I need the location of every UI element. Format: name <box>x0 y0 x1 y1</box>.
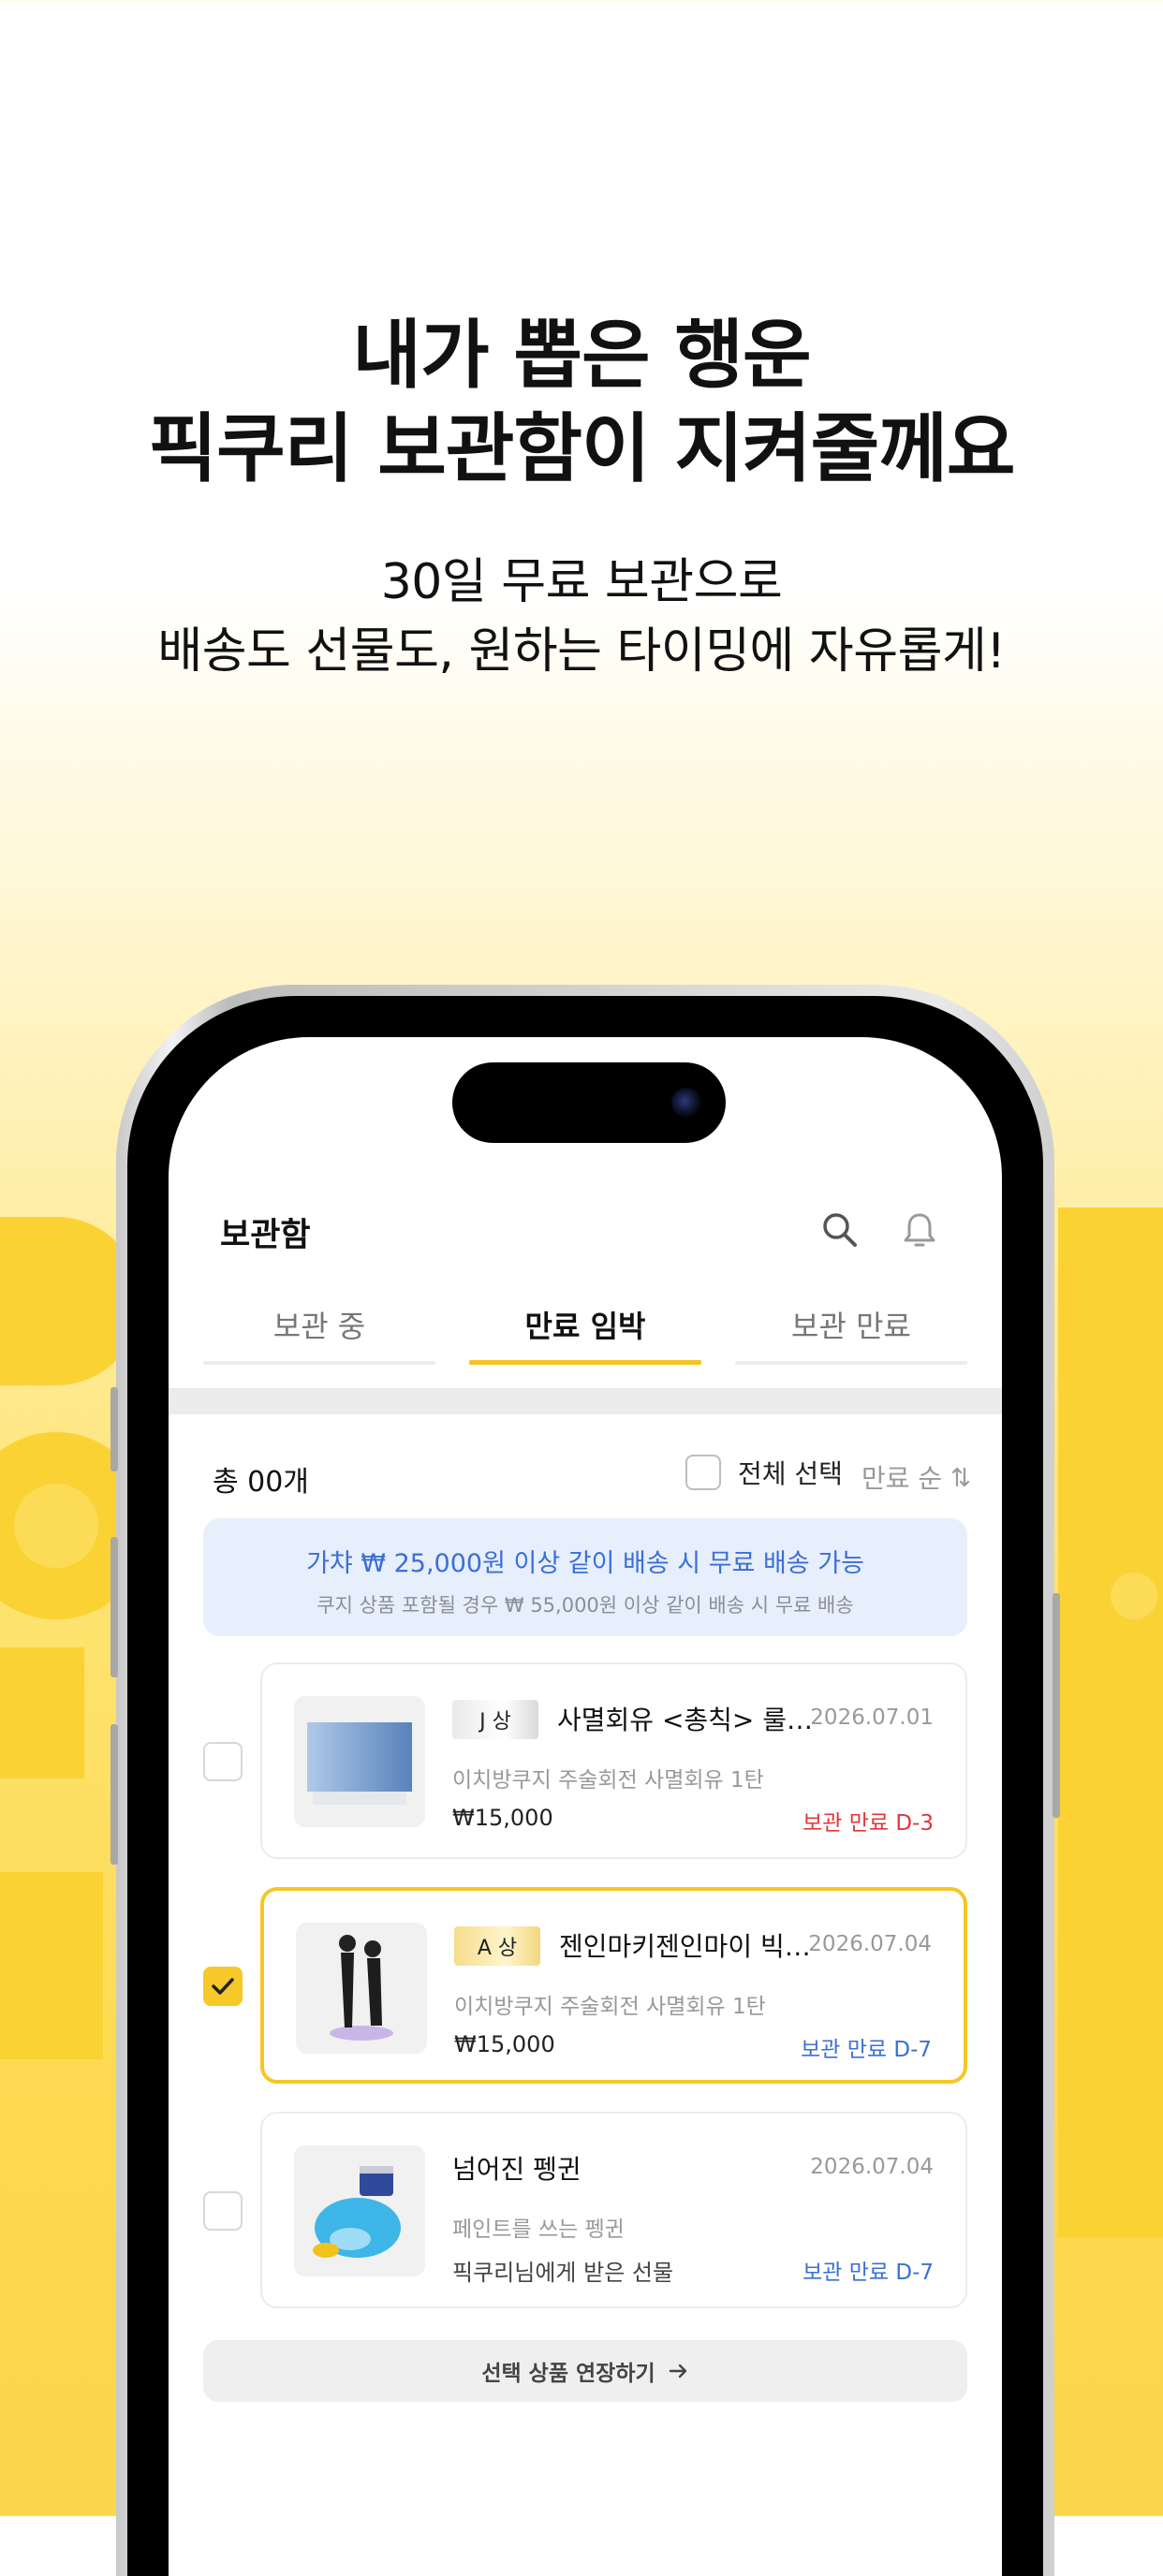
phone-side-button <box>110 1387 118 1471</box>
phone-side-button <box>110 1724 118 1865</box>
select-all-label: 전체 선택 <box>738 1458 843 1489</box>
tab-expiring[interactable]: 만료 임박 <box>469 1299 701 1365</box>
product-thumbnail <box>294 1696 425 1827</box>
list-item: J 상 사멸회유 <총칙> 룰 아... 2026.07.01 이치방쿠지 주술… <box>169 1662 1002 1859</box>
subheadline-line: 배송도 선물도, 원하는 타이밍에 자유롭게! <box>157 623 1006 680</box>
sort-label: 만료 순 <box>861 1463 943 1494</box>
section-divider <box>169 1388 1002 1414</box>
item-card[interactable]: J 상 사멸회유 <총칙> 룰 아... 2026.07.01 이치방쿠지 주술… <box>260 1662 967 1859</box>
sort-button[interactable]: 만료 순 <box>861 1458 970 1496</box>
expiry-status: 보관 만료 D-7 <box>801 2038 932 2062</box>
product-name: 넘어진 펭귄 <box>452 2154 582 2185</box>
phone-side-button <box>1053 1593 1060 1818</box>
item-checkbox[interactable] <box>203 1967 243 2006</box>
product-description: 이치방쿠지 주술회전 사멸회유 1탄 <box>454 1995 766 2019</box>
extend-selected-button[interactable]: 선택 상품 연장하기 <box>203 2340 967 2402</box>
product-name: 젠인마키젠인마이 빅 아... <box>559 1931 817 1962</box>
product-date: 2026.07.04 <box>808 1932 932 1956</box>
product-thumbnail <box>294 2145 425 2276</box>
phone-side-button <box>110 1537 118 1677</box>
product-description: 페인트를 쓰는 펭귄 <box>452 2217 625 2242</box>
select-all-checkbox[interactable] <box>685 1455 721 1490</box>
item-count: 총 00개 <box>213 1466 309 1499</box>
extend-button-label: 선택 상품 연장하기 <box>481 2362 655 2386</box>
sort-icon <box>952 1467 970 1487</box>
product-price: ₩15,000 <box>454 2031 555 2057</box>
select-all[interactable]: 전체 선택 <box>685 1454 843 1491</box>
tab-expired[interactable]: 보관 만료 <box>735 1299 967 1365</box>
product-price: ₩15,000 <box>452 1805 553 1831</box>
app-bar: 보관함 <box>169 1201 1002 1276</box>
list-item: 넘어진 펭귄 2026.07.04 페인트를 쓰는 펭귄 픽쿠리님에게 받은 선… <box>169 2112 1002 2308</box>
tab-storing[interactable]: 보관 중 <box>203 1299 435 1365</box>
camera-icon <box>671 1088 701 1118</box>
list-item: A 상 젠인마키젠인마이 빅 아... 2026.07.04 이치방쿠지 주술회… <box>169 1887 1002 2084</box>
item-card-selected[interactable]: A 상 젠인마키젠인마이 빅 아... 2026.07.04 이치방쿠지 주술회… <box>260 1887 967 2084</box>
item-card[interactable]: 넘어진 펭귄 2026.07.04 페인트를 쓰는 펭귄 픽쿠리님에게 받은 선… <box>260 2112 967 2308</box>
page-title: 보관함 <box>220 1217 311 1254</box>
bell-icon[interactable] <box>894 1205 945 1255</box>
product-description: 이치방쿠지 주술회전 사멸회유 1탄 <box>452 1768 764 1793</box>
grade-badge: A 상 <box>454 1926 540 1966</box>
check-icon <box>212 1978 234 1995</box>
expiry-status: 보관 만료 D-7 <box>802 2261 934 2285</box>
phone-bezel: 보관함 보관 중 만료 임박 보관 만료 총 00개 전체 선택 만료 순 가챠… <box>127 996 1043 2576</box>
subheadline: 30일 무료 보관으로 배송도 선물도, 원하는 타이밍에 자유롭게! <box>0 548 1163 686</box>
deco-shape <box>0 1872 103 2059</box>
phone-mockup: 보관함 보관 중 만료 임박 보관 만료 총 00개 전체 선택 만료 순 가챠… <box>110 985 1060 2576</box>
product-date: 2026.07.04 <box>810 2155 934 2179</box>
expiry-status: 보관 만료 D-3 <box>802 1811 934 1836</box>
product-name: 사멸회유 <총칙> 룰 아... <box>557 1705 819 1735</box>
subheadline-line: 30일 무료 보관으로 <box>380 554 783 610</box>
deco-shape <box>0 1647 84 1778</box>
gift-source: 픽쿠리님에게 받은 선물 <box>452 2260 674 2286</box>
deco-shape <box>14 1484 98 1568</box>
headline-line: 내가 뽑은 행운 <box>352 312 811 399</box>
product-date: 2026.07.01 <box>810 1705 934 1730</box>
free-shipping-banner: 가챠 ₩ 25,000원 이상 같이 배송 시 무료 배송 가능 쿠지 상품 포… <box>203 1518 967 1636</box>
item-checkbox[interactable] <box>203 1742 243 1781</box>
search-icon[interactable] <box>815 1205 865 1255</box>
app-screen: 보관함 보관 중 만료 임박 보관 만료 총 00개 전체 선택 만료 순 가챠… <box>169 1037 1002 2576</box>
banner-main-text: 가챠 ₩ 25,000원 이상 같이 배송 시 무료 배송 가능 <box>306 1549 864 1578</box>
dynamic-island <box>452 1062 726 1143</box>
grade-badge: J 상 <box>452 1700 538 1739</box>
item-checkbox[interactable] <box>203 2191 243 2231</box>
banner-sub-text: 쿠지 상품 포함될 경우 ₩ 55,000원 이상 같이 배송 시 무료 배송 <box>317 1594 854 1617</box>
tab-bar: 보관 중 만료 임박 보관 만료 <box>203 1299 967 1365</box>
deco-shape <box>1058 1208 1163 2237</box>
headline-line: 픽쿠리 보관함이 지켜줄께요 <box>148 405 1016 492</box>
deco-shape <box>1111 1573 1157 1619</box>
headline: 내가 뽑은 행운 픽쿠리 보관함이 지켜줄께요 <box>0 309 1163 496</box>
arrow-right-icon <box>669 2364 686 2378</box>
product-thumbnail <box>296 1923 427 2054</box>
